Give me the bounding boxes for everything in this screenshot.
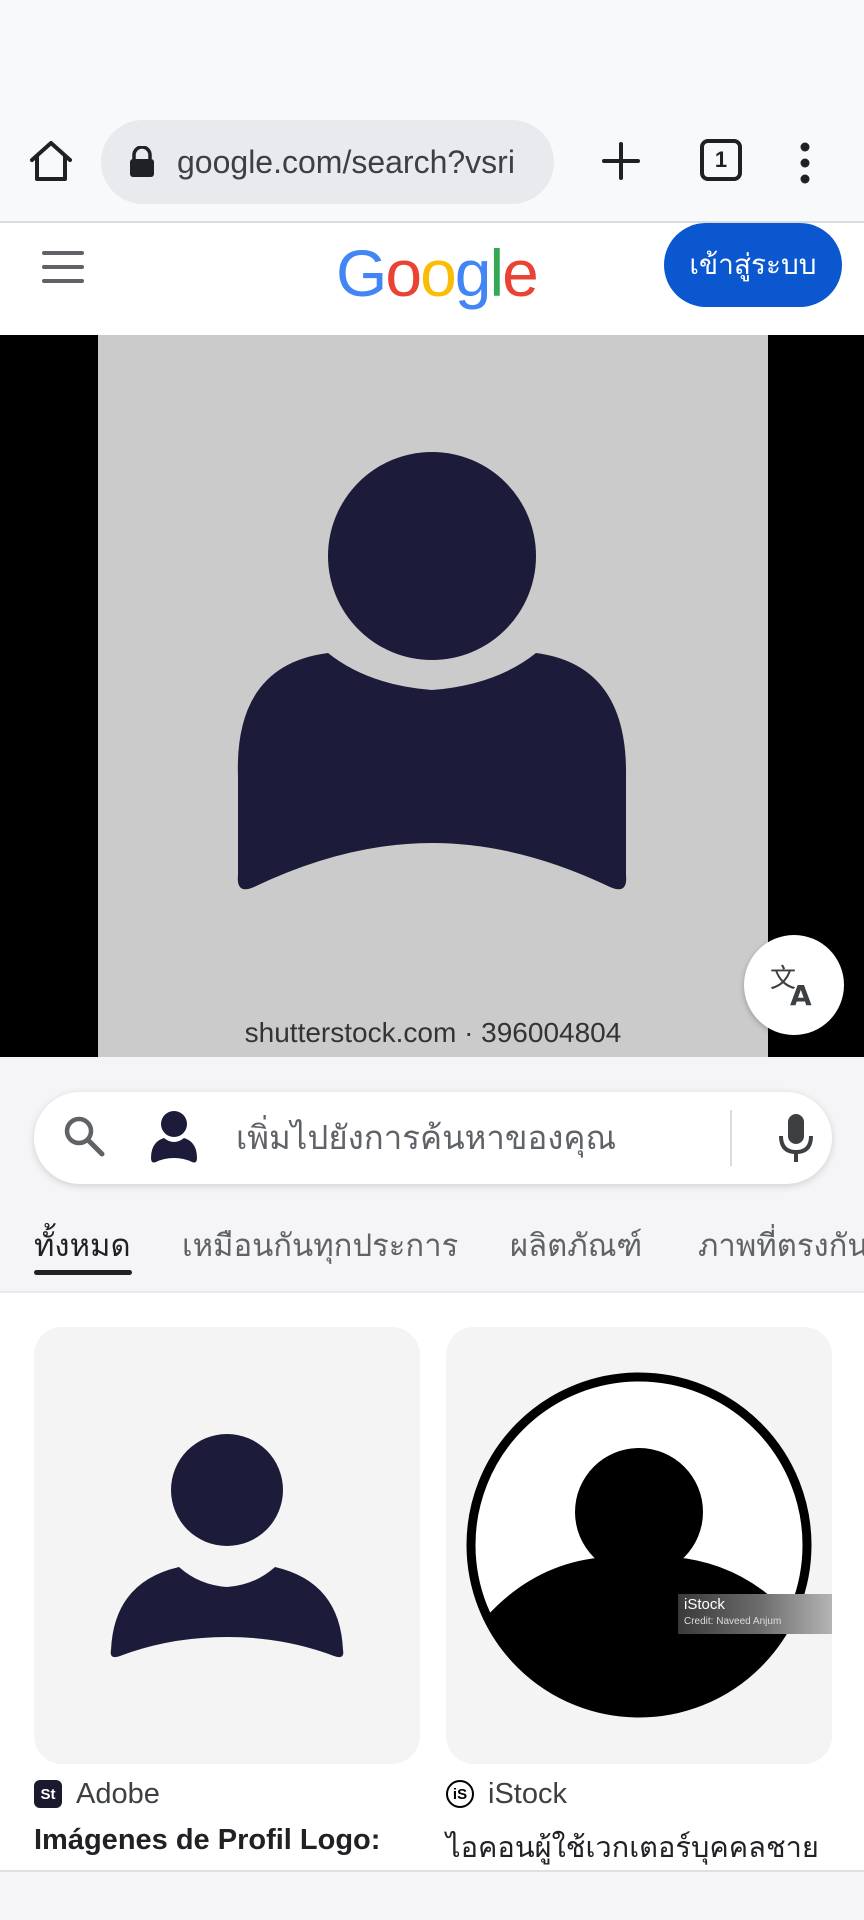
result-source[interactable]: iS iStock — [446, 1776, 832, 1812]
result-image[interactable]: iStock Credit: Naveed Anjum — [446, 1327, 832, 1764]
selected-image[interactable]: shutterstock.com · 396004804 — [98, 335, 768, 1057]
logo-letter: l — [489, 236, 505, 310]
tab-exact-matches[interactable]: เหมือนกันทุกประการ — [182, 1220, 458, 1270]
istock-icon: iS — [446, 1780, 474, 1808]
more-options-icon[interactable] — [790, 138, 820, 188]
results-grid: St Adobe Imágenes de Profil Logo: iStock… — [0, 1293, 864, 1870]
logo-letter: G — [336, 236, 387, 310]
tab-all[interactable]: ทั้งหมด — [34, 1220, 131, 1270]
source-name: Adobe — [76, 1777, 160, 1810]
result-card[interactable]: St Adobe Imágenes de Profil Logo: — [34, 1327, 420, 1857]
svg-text:A: A — [790, 979, 812, 1009]
sign-in-button[interactable]: เข้าสู่ระบบ — [664, 223, 842, 307]
lens-search-bar — [34, 1092, 832, 1184]
adobe-stock-icon: St — [34, 1780, 62, 1808]
filter-tabs: ทั้งหมด เหมือนกันทุกประการ ผลิตภัณฑ์ ภาพ… — [0, 1204, 864, 1292]
bottom-navigation-bar — [0, 1870, 864, 1920]
search-input[interactable] — [236, 1106, 736, 1168]
result-image[interactable] — [34, 1327, 420, 1764]
lock-icon — [130, 146, 154, 177]
result-title[interactable]: Imágenes de Profil Logo: — [34, 1824, 420, 1857]
search-icon[interactable] — [62, 1114, 106, 1158]
query-image-thumbnail[interactable] — [148, 1108, 200, 1168]
tab-switcher-button[interactable]: 1 — [700, 139, 742, 181]
logo-letter: g — [454, 236, 492, 310]
result-title[interactable]: ไอคอนผู้ใช้เวกเตอร์บุคคลชาย — [446, 1824, 832, 1870]
logo-letter: o — [420, 236, 457, 310]
search-divider — [730, 1110, 732, 1166]
tab-products[interactable]: ผลิตภัณฑ์ — [510, 1220, 642, 1270]
source-name: iStock — [488, 1777, 567, 1810]
status-bar — [0, 0, 864, 110]
image-watermark: shutterstock.com · 396004804 — [244, 1017, 622, 1048]
tab-count: 1 — [714, 147, 728, 172]
google-logo[interactable]: Google — [336, 235, 539, 311]
address-bar[interactable]: google.com/search?vsri — [101, 120, 554, 204]
result-source[interactable]: St Adobe — [34, 1776, 420, 1812]
result-card[interactable]: iStock Credit: Naveed Anjum iS iStock ไอ… — [446, 1327, 832, 1870]
translate-button[interactable]: 文 A — [744, 935, 844, 1035]
image-viewer[interactable]: shutterstock.com · 396004804 文 A — [0, 335, 864, 1057]
translate-icon: 文 A — [770, 964, 812, 1009]
user-silhouette-image — [110, 1434, 344, 1658]
microphone-icon[interactable] — [774, 1110, 818, 1166]
user-circle-image — [466, 1372, 812, 1718]
hamburger-menu-icon[interactable] — [42, 251, 84, 291]
browser-toolbar: google.com/search?vsri 1 — [0, 110, 864, 222]
user-silhouette-image — [237, 452, 627, 890]
home-icon[interactable] — [26, 136, 76, 186]
url-text: google.com/search?vsri — [177, 143, 515, 180]
tab-visual-matches[interactable]: ภาพที่ตรงกัน — [698, 1220, 864, 1270]
new-tab-icon[interactable] — [596, 136, 646, 186]
logo-letter: o — [385, 236, 422, 310]
active-tab-indicator — [34, 1270, 132, 1275]
istock-watermark: iStock Credit: Naveed Anjum — [678, 1594, 832, 1634]
google-header: Google เข้าสู่ระบบ — [0, 223, 864, 335]
logo-letter: e — [502, 236, 539, 310]
